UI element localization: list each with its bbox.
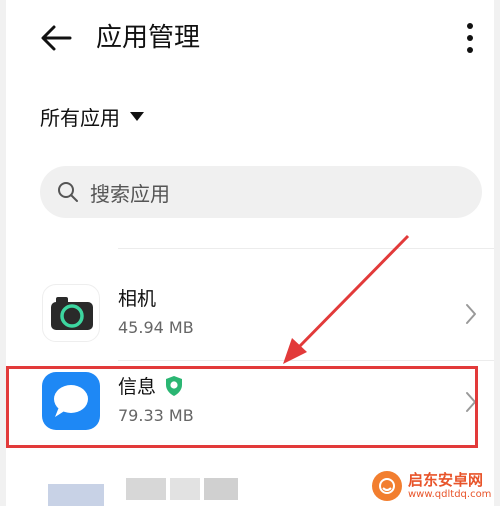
page-title: 应用管理 [96, 23, 201, 53]
divider [118, 248, 494, 249]
watermark-name: 启东安卓网 [408, 470, 484, 489]
search-bar[interactable]: 搜索应用 [40, 166, 482, 218]
watermark-logo-icon [372, 471, 402, 501]
header: 应用管理 [6, 0, 494, 76]
watermark-url: www.qdltdq.com [408, 488, 492, 500]
search-input[interactable]: 搜索应用 [90, 178, 170, 207]
blurred-text [170, 478, 200, 500]
search-icon [58, 182, 78, 202]
highlight-box [6, 366, 478, 448]
camera-icon [42, 284, 100, 342]
more-vertical-icon[interactable] [458, 18, 482, 58]
blurred-icon [48, 484, 104, 506]
app-size: 45.94 MB [118, 318, 194, 337]
filter-label: 所有应用 [40, 105, 120, 130]
caret-down-icon [130, 111, 144, 121]
list-item-camera[interactable]: 相机 45.94 MB [6, 272, 494, 358]
app-filter-dropdown[interactable]: 所有应用 [40, 96, 144, 136]
app-name: 相机 [118, 288, 157, 310]
blurred-text [126, 478, 166, 500]
arrow-left-icon[interactable] [38, 20, 74, 56]
watermark: 启东安卓网 www.qdltdq.com [372, 468, 494, 504]
blurred-text [204, 478, 238, 500]
blurred-list-item [48, 472, 308, 506]
chevron-right-icon [466, 304, 476, 324]
